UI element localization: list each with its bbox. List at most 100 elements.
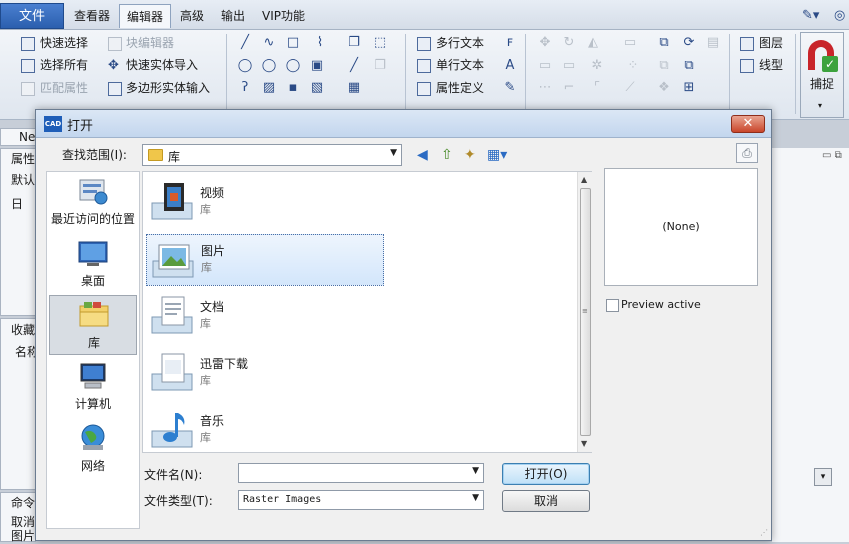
quick-select-button[interactable]: 快速选择 <box>40 33 88 53</box>
lookin-combo[interactable]: 库 ▼ <box>142 144 402 166</box>
pen-icon[interactable]: ╱ <box>346 58 362 74</box>
view-menu-icon[interactable]: ▦▾ <box>487 147 507 163</box>
list-item[interactable]: 文档 库 <box>146 291 384 343</box>
arc-icon[interactable]: ◯ <box>285 58 301 74</box>
extend-icon[interactable]: ▭ <box>561 58 577 74</box>
list-item[interactable]: 图片 库 <box>146 234 384 286</box>
dialog-title: 打开 <box>67 119 94 134</box>
break-icon[interactable]: ⋯ <box>537 80 553 96</box>
place-computer[interactable]: 计算机 <box>49 357 137 417</box>
group-icon[interactable]: ⧉ <box>681 58 697 74</box>
spline-icon[interactable]: ⌇ <box>312 35 328 51</box>
polygon-entity-input-button[interactable]: 多边形实体输入 <box>126 78 210 98</box>
file-name: 图片 <box>201 244 226 258</box>
mtext-button[interactable]: 多行文本 <box>436 33 484 53</box>
move-icon[interactable]: ✥ <box>537 35 553 51</box>
offset-icon[interactable]: ⧉ <box>656 35 672 51</box>
preview-toggle-icon[interactable]: ⎙ <box>736 143 758 163</box>
list-item[interactable]: 音乐 库 <box>146 405 384 457</box>
scale-icon[interactable]: ▭ <box>622 35 638 51</box>
help-icon[interactable]: ◎ <box>834 8 845 23</box>
chevron-down-icon[interactable]: ▼ <box>472 493 479 503</box>
collapse-label[interactable]: 日 <box>11 195 23 212</box>
file-type: 库 <box>200 317 211 330</box>
point-icon[interactable]: ▣ <box>309 58 325 74</box>
join-icon[interactable]: ⧉ <box>656 58 672 74</box>
mirror-icon[interactable]: ◭ <box>585 35 601 51</box>
circle-icon[interactable]: ◯ <box>237 58 253 74</box>
panel-controls-icon[interactable]: ▭ ⧉ <box>822 150 842 161</box>
line-icon[interactable]: ╱ <box>237 35 253 51</box>
open-button[interactable]: 打开(O) <box>502 463 590 485</box>
ellipse-icon[interactable]: ◯ <box>261 58 277 74</box>
dot-icon[interactable]: ▪ <box>285 80 301 96</box>
rotate-copy-icon[interactable]: ⟳ <box>681 35 697 51</box>
scroll-thumb[interactable]: ≡ <box>580 188 591 436</box>
quick-entity-import-button[interactable]: 快速实体导入 <box>126 55 198 75</box>
cancel-button[interactable]: 取消 <box>502 490 590 512</box>
tab-viewer[interactable]: 查看器 <box>67 4 117 28</box>
block-icon[interactable]: ❐ <box>372 58 388 74</box>
drawing-tab[interactable]: Ne <box>0 128 36 146</box>
list-item[interactable]: 视频 库 <box>146 177 384 229</box>
place-desktop[interactable]: 桌面 <box>49 234 137 294</box>
image-icon[interactable]: ▧ <box>309 80 325 96</box>
preview-active-label[interactable]: Preview active <box>621 298 701 311</box>
scroll-up-icon[interactable]: ▲ <box>581 175 587 184</box>
list-item[interactable]: 迅雷下载 库 <box>146 348 384 400</box>
place-library[interactable]: 库 <box>49 295 137 355</box>
vertical-scrollbar[interactable]: ▲ ≡ ▼ <box>577 172 592 452</box>
spell-icon[interactable]: ꜰ <box>502 35 518 51</box>
chevron-down-icon[interactable]: ▼ <box>472 466 479 476</box>
table-icon[interactable]: ▦ <box>346 80 362 96</box>
chamfer-icon[interactable]: ⌐ <box>561 80 577 96</box>
stretch-icon[interactable]: ⟋ <box>622 80 638 96</box>
scroll-down-icon[interactable]: ▼ <box>581 439 587 448</box>
trim-icon[interactable]: ▭ <box>537 58 553 74</box>
match-props-button[interactable]: 匹配属性 <box>40 78 88 98</box>
array-icon[interactable]: ⁘ <box>625 58 641 74</box>
text-style-icon[interactable]: A <box>502 58 518 74</box>
tab-vip[interactable]: VIP功能 <box>255 4 312 28</box>
chevron-down-icon[interactable]: ▾ <box>814 468 832 486</box>
select-all-button[interactable]: 选择所有 <box>40 55 88 75</box>
layer-icon <box>740 37 754 51</box>
block-editor-button[interactable]: 块编辑器 <box>126 33 174 53</box>
fillet-icon[interactable]: ⌜ <box>589 80 605 96</box>
tab-advanced[interactable]: 高级 <box>173 4 211 28</box>
polyline-icon[interactable]: ∿ <box>261 35 277 51</box>
properties-icon[interactable]: ❖ <box>656 80 672 96</box>
resize-grip-icon[interactable]: ⋰ <box>760 528 770 538</box>
text-edit-icon[interactable]: ✎ <box>502 80 518 96</box>
place-recent[interactable]: 最近访问的位置 <box>49 172 137 232</box>
filename-input[interactable]: ▼ <box>238 463 484 483</box>
place-network[interactable]: 网络 <box>49 419 137 479</box>
region-icon[interactable]: ⬚ <box>372 35 388 51</box>
freehand-icon[interactable]: ʔ <box>237 80 253 96</box>
tab-output[interactable]: 输出 <box>214 4 252 28</box>
attdef-button[interactable]: 属性定义 <box>436 78 484 98</box>
hatch-icon[interactable]: ▨ <box>261 80 277 96</box>
new-folder-icon[interactable]: ✦ <box>464 147 476 163</box>
erase-icon[interactable]: ▤ <box>705 35 721 51</box>
up-folder-icon[interactable]: ⇧ <box>441 147 453 163</box>
match-props-icon <box>21 82 35 96</box>
explode-icon[interactable]: ✲ <box>589 58 605 74</box>
tab-editor[interactable]: 编辑器 <box>119 4 172 28</box>
fav-label: 收藏 <box>11 323 36 337</box>
copy-icon[interactable]: ❐ <box>346 35 362 51</box>
add-icon[interactable]: ⊞ <box>681 80 697 96</box>
rectangle-icon[interactable]: □ <box>285 35 301 51</box>
rotate-icon[interactable]: ↻ <box>561 35 577 51</box>
preview-active-checkbox[interactable] <box>606 299 619 312</box>
linetype-icon <box>740 59 754 73</box>
layer-button[interactable]: 图层 <box>759 33 783 53</box>
file-menu-button[interactable]: 文件 <box>0 3 64 29</box>
back-icon[interactable]: ◀ <box>417 147 428 163</box>
stext-button[interactable]: 单行文本 <box>436 55 484 75</box>
linetype-button[interactable]: 线型 <box>759 55 783 75</box>
close-button[interactable]: ✕ <box>731 115 765 133</box>
edit-pen-icon[interactable]: ✎▾ <box>802 8 819 23</box>
library-icon <box>79 302 109 327</box>
filetype-select[interactable]: Raster Images ▼ <box>238 490 484 510</box>
